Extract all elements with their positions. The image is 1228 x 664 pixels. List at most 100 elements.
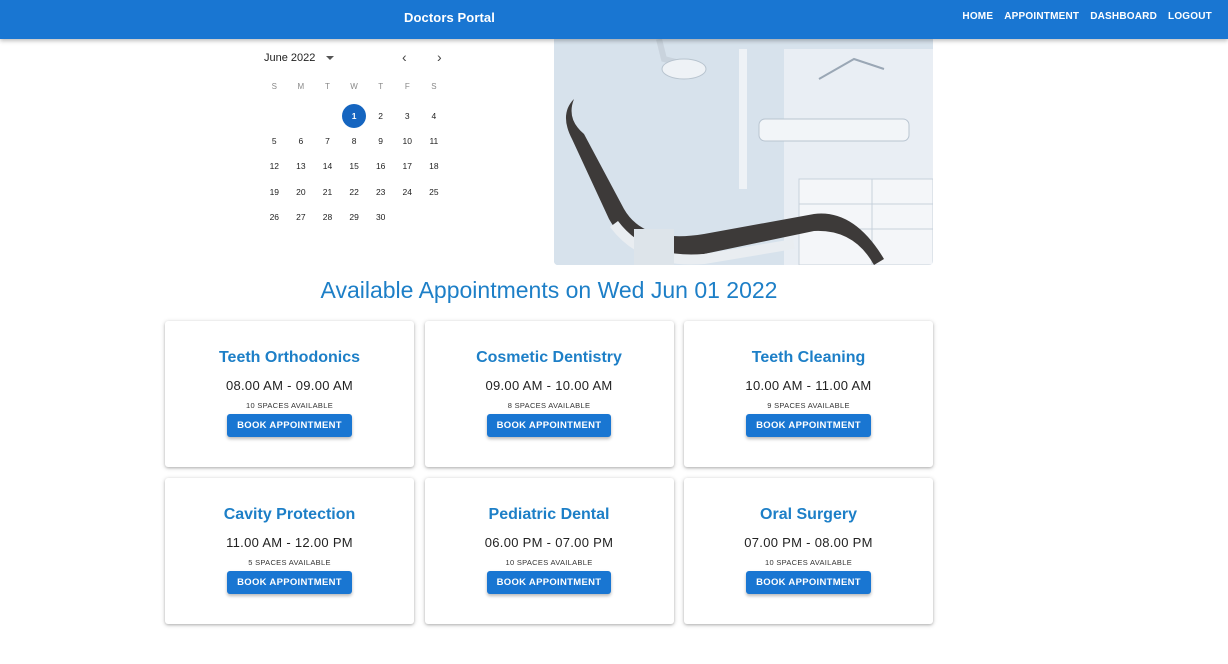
appointment-card: Cosmetic Dentistry 09.00 AM - 10.00 AM 8 s…: [424, 321, 674, 467]
weekday-label: S: [431, 82, 437, 91]
calendar-day[interactable]: 7: [314, 128, 341, 153]
book-appointment-button[interactable]: Book Appointment: [746, 414, 871, 437]
calendar-day[interactable]: 8: [341, 128, 368, 153]
appointment-card: Teeth Cleaning 10.00 AM - 11.00 AM 9 space…: [684, 321, 933, 467]
book-appointment-button[interactable]: Book Appointment: [486, 571, 612, 594]
calendar-day[interactable]: 19: [261, 179, 288, 204]
chevron-down-icon[interactable]: [326, 56, 335, 60]
calendar-day-number: 25: [429, 186, 439, 197]
calendar-month-label[interactable]: June 2022: [264, 52, 315, 64]
calendar-weekdays: SMTWTFS: [261, 82, 447, 91]
calendar-day-number: 7: [325, 135, 330, 146]
calendar-blank-cell: [261, 103, 288, 128]
dental-chair-photo: [554, 39, 933, 265]
calendar-day-number: 30: [375, 211, 386, 222]
time-slot: 11.00 AM - 12.00 PM: [226, 535, 353, 550]
spaces-available: 5 spaces available: [248, 558, 331, 567]
calendar-day-number: 1: [342, 103, 367, 128]
nav-home[interactable]: Home: [962, 11, 993, 22]
chevron-right-icon[interactable]: ›: [437, 50, 442, 64]
calendar-day-number: 10: [402, 135, 412, 146]
calendar-day[interactable]: 16: [367, 154, 394, 179]
calendar-day-number: 26: [269, 211, 280, 222]
chevron-left-icon[interactable]: ‹: [402, 50, 407, 64]
weekday-label: F: [404, 82, 410, 91]
service-name: Cavity Protection: [223, 506, 356, 523]
calendar-day[interactable]: 11: [421, 128, 448, 153]
spaces-available: 10 spaces available: [246, 401, 333, 410]
calendar-days-grid: 1 2 3 4 5 6 7 8 9 10 11 12 13 14 15 16 17 18 19 20 21 22 23 24 2…: [261, 103, 447, 229]
calendar-day-number: 11: [429, 135, 439, 146]
calendar-day[interactable]: 25: [421, 179, 448, 204]
calendar-blank-cell: [288, 103, 315, 128]
time-slot: 10.00 AM - 11.00 AM: [745, 378, 872, 393]
calendar-day[interactable]: 22: [341, 179, 368, 204]
calendar-day-number: 6: [298, 135, 304, 146]
dental-chair-illustration: [554, 39, 933, 265]
appointment-card: Oral Surgery 07.00 PM - 08.00 PM 10 spaces…: [684, 478, 933, 624]
calendar-day[interactable]: 17: [394, 154, 421, 179]
calendar-day-number: 4: [431, 110, 437, 121]
calendar-day[interactable]: 10: [394, 128, 421, 153]
service-name: Oral Surgery: [760, 506, 857, 523]
calendar-day[interactable]: 3: [394, 103, 421, 128]
calendar-day[interactable]: 30: [367, 204, 394, 229]
calendar-day[interactable]: 26: [261, 204, 288, 229]
calendar-day-number: 12: [269, 161, 280, 172]
calendar-day[interactable]: 21: [314, 179, 341, 204]
calendar-day[interactable]: 23: [367, 179, 394, 204]
calendar-day[interactable]: 15: [341, 154, 368, 179]
weekday-label: T: [378, 82, 384, 91]
calendar-day[interactable]: 20: [288, 179, 315, 204]
calendar-day[interactable]: 29: [341, 204, 368, 229]
nav-appointment[interactable]: Appointment: [1004, 11, 1079, 22]
calendar-day[interactable]: 5: [261, 128, 288, 153]
appointment-card: Cavity Protection 11.00 AM - 12.00 PM 5 sp…: [165, 478, 414, 624]
calendar-day-number: 8: [351, 135, 357, 146]
calendar-day-number: 3: [404, 110, 410, 121]
book-appointment-button[interactable]: Book Appointment: [486, 414, 612, 437]
appointment-cards-grid: Teeth Orthodonics 08.00 AM - 09.00 AM 10 s…: [165, 321, 933, 624]
spaces-available: 10 spaces available: [505, 558, 593, 567]
calendar-day[interactable]: 24: [394, 179, 421, 204]
calendar-day[interactable]: 27: [288, 204, 315, 229]
calendar-day-number: 23: [375, 186, 386, 197]
calendar-day-number: 22: [349, 186, 359, 197]
service-name: Teeth Cleaning: [751, 349, 866, 366]
calendar-day[interactable]: 4: [421, 103, 448, 128]
calendar-day-selected[interactable]: 1: [341, 103, 368, 128]
calendar-day-number: 29: [349, 211, 359, 222]
weekday-label: T: [325, 82, 330, 91]
calendar-day-number: 15: [349, 161, 359, 172]
appointment-card: Pediatric Dental 06.00 PM - 07.00 PM 10 sp…: [424, 478, 674, 624]
calendar-day-number: 28: [322, 211, 333, 222]
spaces-available: 9 spaces available: [767, 401, 850, 410]
calendar-day[interactable]: 9: [367, 128, 394, 153]
calendar-day[interactable]: 14: [314, 154, 341, 179]
book-appointment-button[interactable]: Book Appointment: [227, 571, 352, 594]
calendar-day[interactable]: 6: [288, 128, 315, 153]
calendar-day-number: 5: [271, 135, 277, 146]
calendar-day[interactable]: 2: [367, 103, 394, 128]
calendar-day[interactable]: 18: [421, 154, 448, 179]
calendar-day[interactable]: 12: [261, 154, 288, 179]
calendar-day[interactable]: 28: [314, 204, 341, 229]
app-bar: Doctors Portal Home Appointment Dashboar…: [0, 0, 1228, 39]
book-appointment-button[interactable]: Book Appointment: [746, 571, 871, 594]
time-slot: 07.00 PM - 08.00 PM: [744, 535, 873, 550]
spaces-available: 8 spaces available: [507, 401, 591, 410]
calendar-day-number: 27: [296, 211, 306, 222]
calendar-day-number: 21: [322, 186, 333, 197]
calendar-day-number: 2: [378, 110, 384, 121]
nav-dashboard[interactable]: Dashboard: [1090, 11, 1157, 22]
book-appointment-button[interactable]: Book Appointment: [227, 414, 352, 437]
brand-title[interactable]: Doctors Portal: [404, 10, 495, 25]
service-name: Cosmetic Dentistry: [476, 349, 622, 366]
time-slot: 09.00 AM - 10.00 AM: [485, 378, 613, 393]
calendar-blank-cell: [314, 103, 341, 128]
nav-logout[interactable]: Logout: [1168, 11, 1212, 22]
calendar-day-number: 19: [269, 186, 280, 197]
service-name: Pediatric Dental: [488, 506, 610, 523]
calendar-day[interactable]: 13: [288, 154, 315, 179]
calendar-day-number: 14: [322, 161, 333, 172]
